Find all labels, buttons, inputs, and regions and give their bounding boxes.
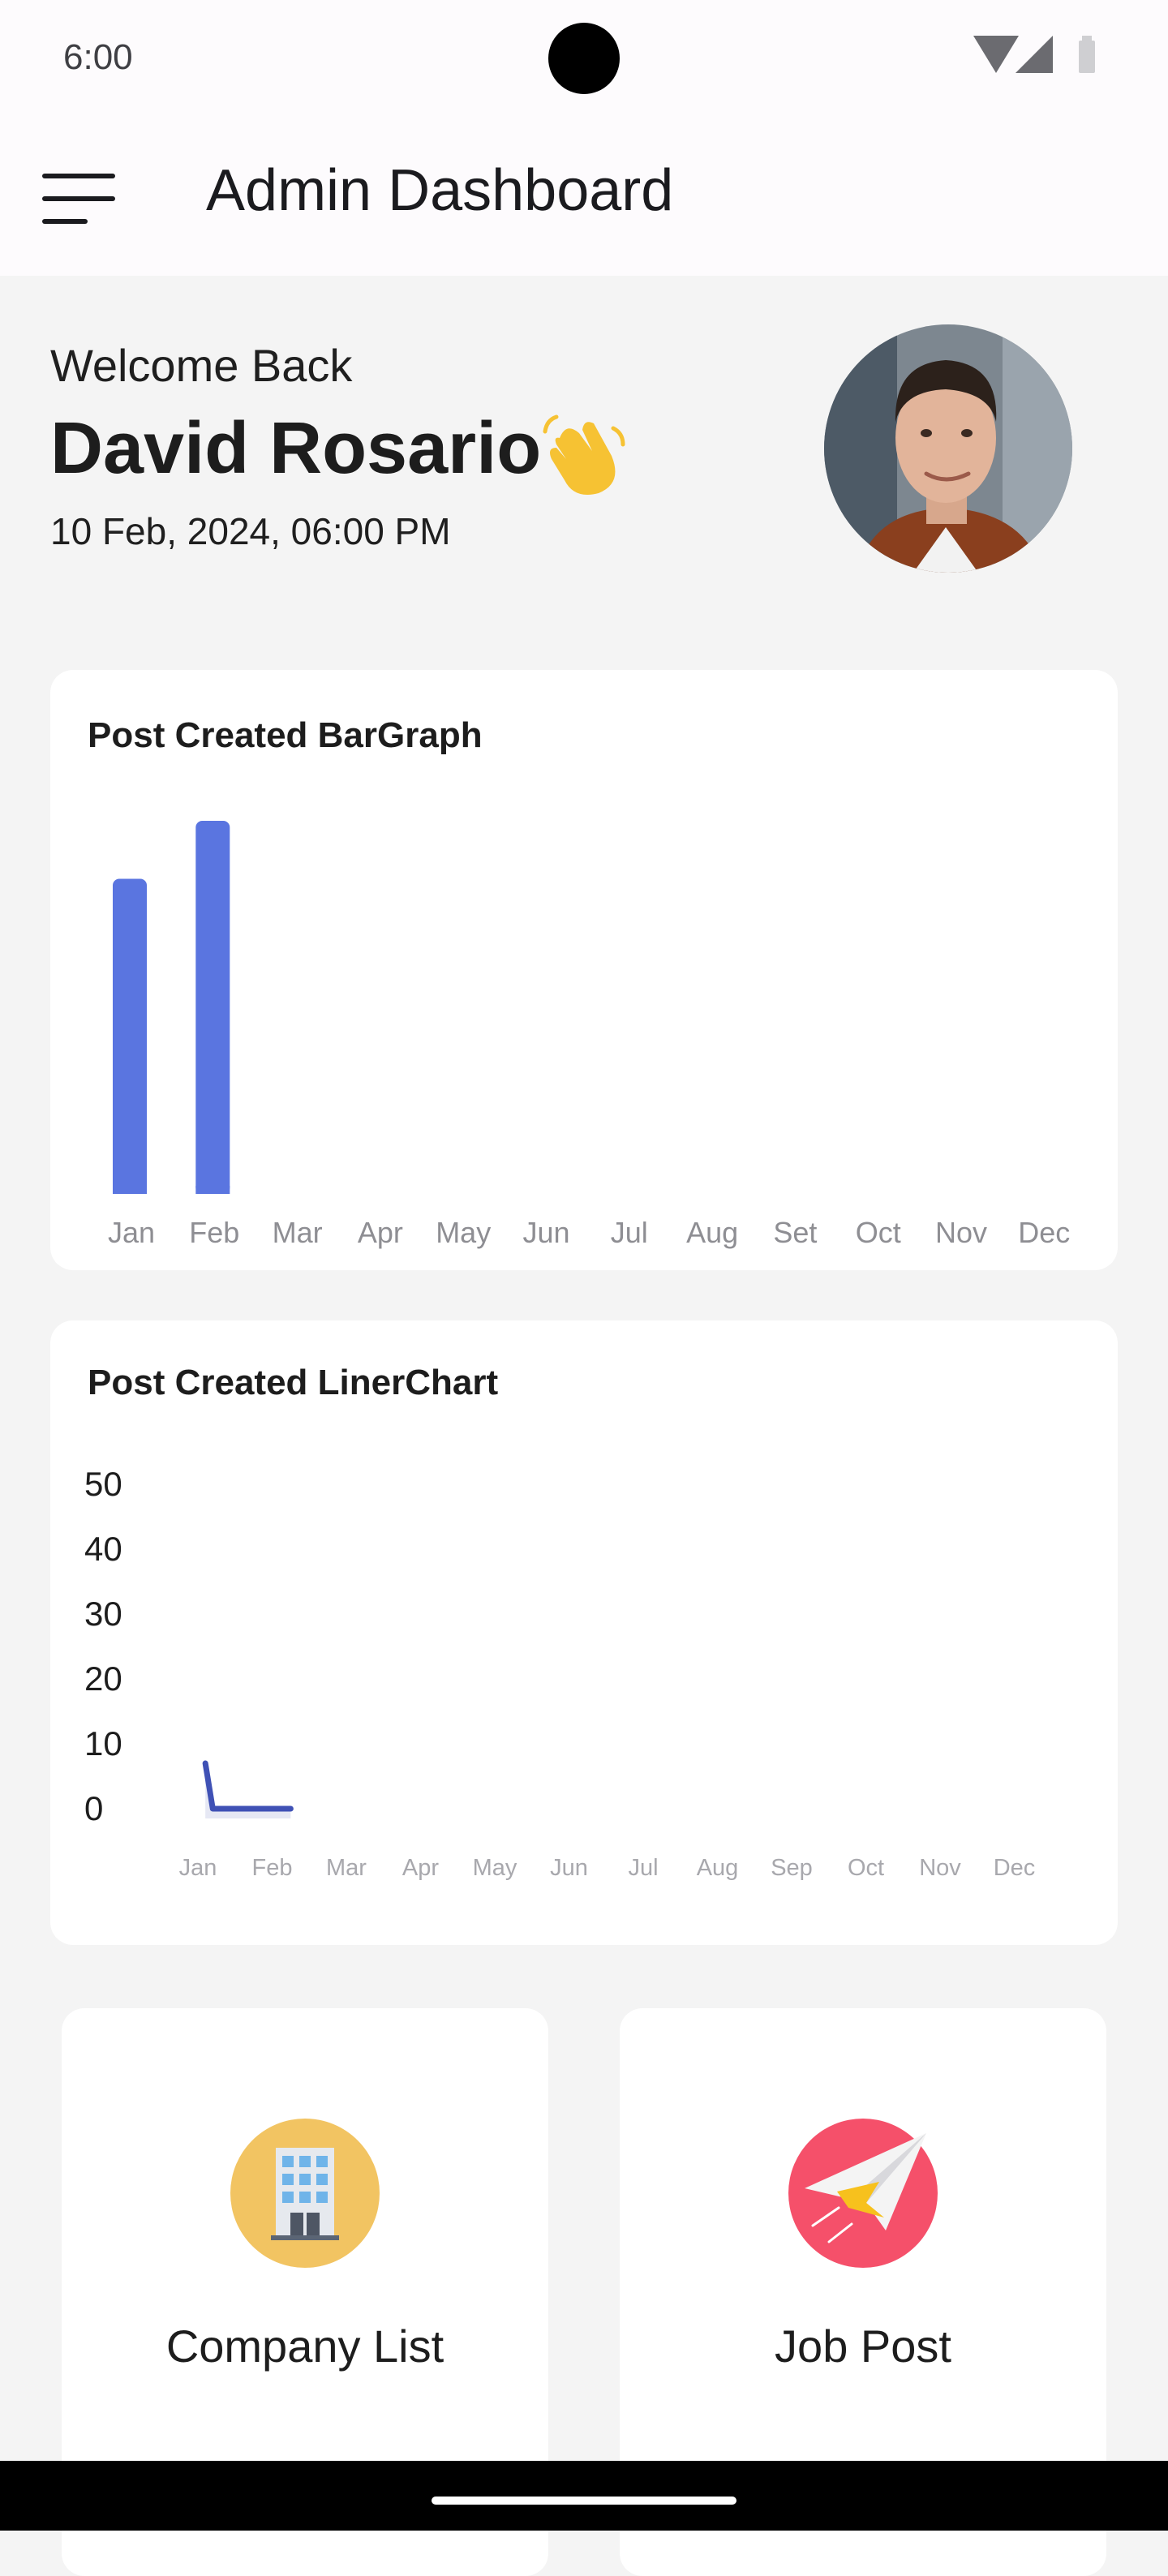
company-list-label: Company List [165,2321,444,2372]
x-tick-label: Set [773,1216,817,1249]
x-tick-label: Feb [189,1216,239,1249]
user-name: David Rosario [50,408,542,489]
x-tick-label: Apr [358,1216,403,1249]
x-tick-label: Nov [919,1855,961,1881]
x-tick-label: Jun [550,1855,588,1881]
x-tick-label: Dec [1018,1216,1070,1249]
status-bar: 6:00 [0,0,1168,114]
x-tick-label: Mar [273,1216,323,1249]
bar-jan [113,878,147,1194]
signal-icon [1016,36,1053,73]
system-nav-bar [0,2461,1168,2531]
bar-feb [195,821,230,1194]
profile-photo [824,324,1072,573]
waving-hand-icon [543,414,625,495]
x-tick-label: Jan [179,1855,217,1881]
menu-button[interactable] [29,161,127,234]
paper-plane-icon-circle [788,2119,938,2268]
app-bar: Admin Dashboard [0,114,1168,276]
x-tick-label: Dec [994,1855,1036,1881]
x-tick-label: Sep [771,1855,813,1881]
x-tick-label: May [473,1855,517,1881]
line-series [202,1760,294,1812]
y-tick-label: 50 [84,1465,122,1503]
x-tick-label: Jul [611,1216,648,1249]
job-post-label: Job Post [775,2321,951,2372]
menu-icon [42,174,115,178]
bar-chart: Jan Feb Mar Apr May Jun Jul Aug Set Oct Nov Dec [108,821,1070,1249]
welcome-label: Welcome Back [50,340,353,391]
current-datetime: 10 Feb, 2024, 06:00 PM [50,510,451,552]
y-tick-label: 20 [84,1659,122,1698]
line-chart-card: Post Created LinerChart 50 40 30 20 10 0 Jan Fe… [50,1320,1118,1945]
line-chart: 50 40 30 20 10 0 Jan Feb Mar Apr May Jun Jul Aug Sep Oc… [84,1465,1036,1881]
x-tick-label: Oct [856,1216,901,1249]
x-tick-label: Nov [935,1216,987,1249]
office-building-icon-circle [230,2119,380,2268]
y-tick-label: 40 [84,1530,122,1568]
y-tick-label: 0 [84,1789,103,1827]
x-tick-label: Jul [628,1855,658,1881]
wifi-icon [973,36,1019,73]
x-tick-label: Oct [848,1855,884,1881]
y-tick-label: 30 [84,1595,122,1633]
status-icons [973,36,1095,73]
bar-chart-card: Post Created BarGraph Jan Feb Mar Apr May Jun… [50,670,1118,1270]
x-tick-label: Feb [252,1855,293,1881]
x-tick-label: Mar [326,1855,367,1881]
x-tick-label: Apr [402,1855,439,1881]
x-tick-label: May [436,1216,491,1249]
office-building-icon [271,2148,339,2240]
x-tick-label: Jun [522,1216,569,1249]
battery-icon [1079,36,1095,73]
paper-plane-icon [805,2133,926,2243]
home-gesture-handle[interactable] [432,2497,736,2505]
avatar[interactable] [824,324,1072,573]
x-tick-label: Aug [686,1216,738,1249]
page-title: Admin Dashboard [206,158,674,223]
x-tick-label: Aug [697,1855,739,1881]
front-camera [548,23,620,94]
status-time: 6:00 [63,37,133,77]
y-tick-label: 10 [84,1724,122,1762]
x-tick-label: Jan [108,1216,155,1249]
